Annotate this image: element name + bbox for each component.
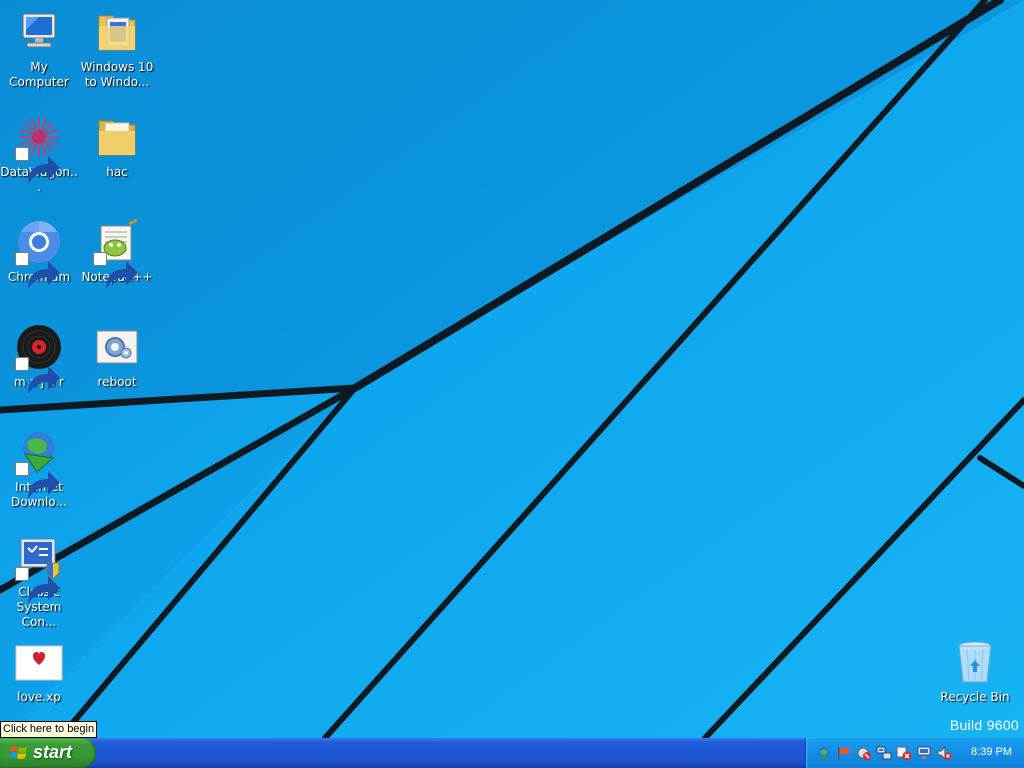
classic-system-control-icon <box>15 533 63 604</box>
taskbar[interactable]: start 8:39 PM <box>0 738 1024 768</box>
hac-folder-icon <box>93 113 141 161</box>
desktop-icon-internet-download[interactable]: Internet Downlo... <box>0 422 78 518</box>
chromium-icon <box>15 218 63 289</box>
windows10-folder-icon <box>93 8 141 56</box>
flag-icon[interactable] <box>836 745 852 761</box>
network-connection-icon[interactable] <box>916 745 932 761</box>
desktop-icon-reboot[interactable]: reboot <box>78 317 156 413</box>
shortcut-arrow-icon <box>15 147 60 184</box>
desktop-icon-classic-system-control[interactable]: Classic System Con... <box>0 527 78 629</box>
build-number-text: Build 9600 <box>949 717 1019 733</box>
shortcut-arrow-icon <box>15 462 60 499</box>
datawagon-icon <box>15 113 63 184</box>
bluetooth-icon[interactable] <box>856 745 872 761</box>
shortcut-arrow-icon <box>15 357 60 394</box>
desktop-icon-label: My Computer <box>9 60 69 89</box>
reboot-icon <box>93 323 141 371</box>
desktop-icon-label: hac <box>106 165 128 179</box>
start-button[interactable]: start <box>0 738 96 768</box>
network-globe-icon[interactable] <box>816 745 832 761</box>
start-tooltip: Click here to begin <box>0 721 98 738</box>
network-computers-icon[interactable] <box>876 745 892 761</box>
internet-download-icon <box>15 428 63 499</box>
desktop[interactable]: My Computer Windows 10 to Windo... DataW… <box>0 0 1024 738</box>
desktop-icon-love-xp[interactable]: love.xp <box>0 632 78 728</box>
start-label: start <box>33 742 73 762</box>
notepad-plus-plus-icon <box>93 218 141 289</box>
desktop-icon-notepad-plus-plus[interactable]: Notepad++ <box>78 212 156 308</box>
desktop-icon-chromium[interactable]: Chromium <box>0 212 78 308</box>
desktop-icon-major[interactable]: m a j o r <box>0 317 78 413</box>
desktop-icon-my-computer[interactable]: My Computer <box>0 2 78 98</box>
shortcut-arrow-icon <box>15 252 60 289</box>
love-xp-icon <box>15 638 63 686</box>
my-computer-icon <box>15 8 63 56</box>
desktop-icon-label: Recycle Bin <box>940 690 1010 704</box>
desktop-icon-label: reboot <box>97 375 137 389</box>
recycle-bin-icon <box>951 638 999 686</box>
shortcut-arrow-icon <box>93 252 138 289</box>
security-alert-icon[interactable] <box>896 745 912 761</box>
taskbar-clock[interactable]: 8:39 PM <box>971 746 1012 758</box>
desktop-icon-windows10-folder[interactable]: Windows 10 to Windo... <box>78 2 156 98</box>
shortcut-arrow-icon <box>15 567 60 604</box>
desktop-icon-hac[interactable]: hac <box>78 107 156 203</box>
major-icon <box>15 323 63 394</box>
desktop-icon-datawagon[interactable]: DataWagon... <box>0 107 78 203</box>
desktop-icon-label: love.xp <box>17 690 61 704</box>
desktop-icon-label: Windows 10 to Windo... <box>80 60 154 89</box>
desktop-icon-recycle-bin[interactable]: Recycle Bin <box>936 632 1014 728</box>
volume-muted-icon[interactable] <box>936 745 952 761</box>
windows-logo-icon <box>10 746 27 759</box>
system-tray: 8:39 PM <box>805 738 1024 768</box>
